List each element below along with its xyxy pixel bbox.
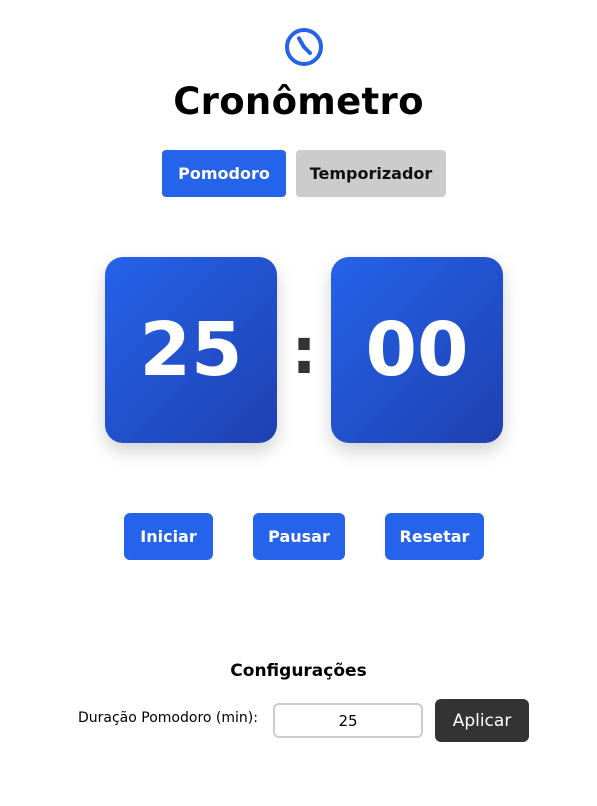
page-title: Cronômetro bbox=[173, 80, 424, 123]
settings-title: Configurações bbox=[230, 661, 367, 681]
start-button[interactable]: Iniciar bbox=[124, 513, 213, 560]
apply-button[interactable]: Aplicar bbox=[435, 699, 529, 742]
minutes-display: 25 bbox=[105, 257, 277, 443]
pause-button[interactable]: Pausar bbox=[253, 513, 345, 560]
seconds-display: 00 bbox=[331, 257, 503, 443]
mode-pomodoro-button[interactable]: Pomodoro bbox=[162, 150, 286, 197]
app-page: Cronômetro Pomodoro Temporizador 25 : 00… bbox=[0, 0, 597, 806]
clock-icon bbox=[285, 28, 323, 66]
reset-button[interactable]: Resetar bbox=[385, 513, 484, 560]
duration-label: Duração Pomodoro (min): bbox=[78, 710, 258, 726]
mode-timer-button[interactable]: Temporizador bbox=[296, 150, 446, 197]
time-separator: : bbox=[291, 315, 317, 389]
duration-input[interactable] bbox=[273, 703, 423, 738]
